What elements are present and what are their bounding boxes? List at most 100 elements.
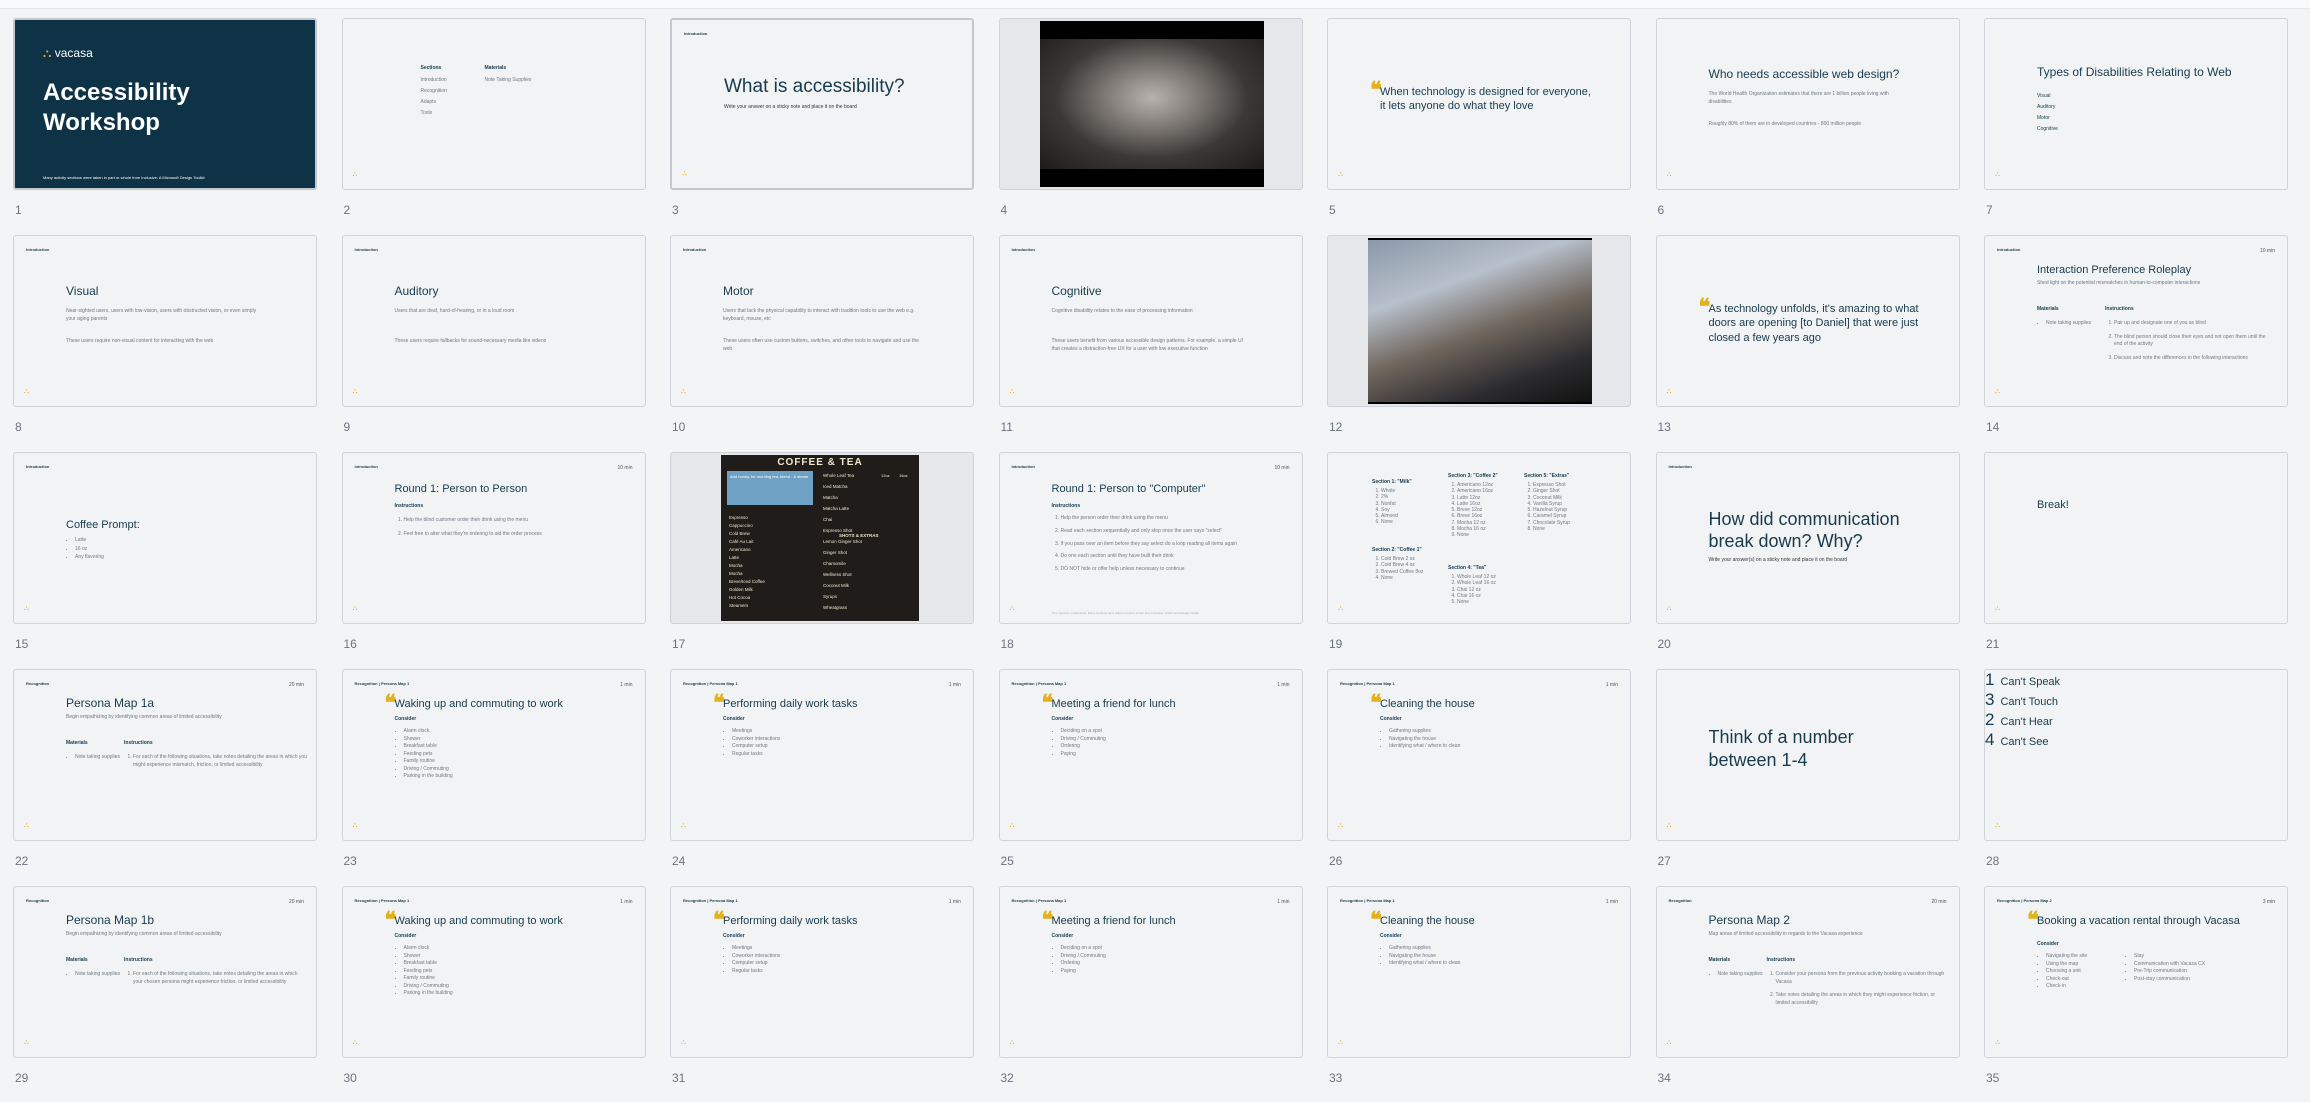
slide-preview[interactable]: Recognition | Persona Map 11 min ⛬ ❝ Perfor…	[670, 886, 974, 1058]
slide-preview[interactable]: Recognition | Persona Map 11 min ⛬ ❝ Meetin…	[998, 886, 1303, 1058]
brand-name: vacasa	[54, 46, 93, 60]
slide-thumbnail-9[interactable]: Introduction ⛬ Auditory Users that are deaf…	[341, 235, 648, 451]
slide-preview[interactable]: Introduction 10 min ⛬ Interaction Preferenc…	[1984, 235, 2288, 407]
slide-preview[interactable]: ⛬ vacasa Accessibility Workshop Many activ…	[13, 18, 317, 190]
slide-thumbnail-26[interactable]: Recognition | Persona Map 11 min ⛬ ❝ Cleani…	[1327, 669, 1633, 885]
slide-preview[interactable]: Introduction ⛬ Visual Near-sighted users, u…	[13, 235, 317, 407]
slide-preview[interactable]: Recognition | Persona Map 23 min ⛬ ❝ Bookin…	[1984, 886, 2288, 1058]
video-frame[interactable]	[1039, 21, 1264, 187]
slide-thumbnail-13[interactable]: ⛬ ❝ As technology unfolds, it's amazing to…	[1655, 235, 1962, 451]
slide-preview[interactable]	[998, 18, 1303, 190]
slide-preview[interactable]: ⛬ ❝ As technology unfolds, it's amazing to…	[1655, 235, 1960, 407]
slide-title: Persona Map 1b	[66, 913, 155, 927]
slide-thumbnail-4[interactable]: 4	[998, 18, 1305, 234]
slide-preview[interactable]: ⛬ Think of a number between 1-4	[1655, 669, 1960, 841]
slide-title: Interaction Preference Roleplay	[2037, 264, 2192, 276]
slide-thumbnail-29[interactable]: Recognition 20 min ⛬ Persona Map 1b Begin em…	[13, 886, 319, 1102]
list-item: Do one each section until they have buil…	[1061, 553, 1261, 560]
slide-thumbnail-33[interactable]: Recognition | Persona Map 11 min ⛬ ❝ Cleani…	[1327, 886, 1633, 1102]
slide-thumbnail-2[interactable]: ⛬ Sections Introduction Recognition Adapts To…	[341, 18, 648, 234]
menu-section-heading: Section 4: "Tea"	[1448, 565, 1487, 571]
slide-number: 9	[343, 420, 351, 434]
slide-preview[interactable]: Recognition 20 min ⛬ Persona Map 1b Begin em…	[13, 886, 317, 1058]
list-item: Parking in the building	[404, 773, 514, 780]
vacasa-logo-icon: ⛬	[1338, 605, 1343, 612]
slide-preview[interactable]: ⛬ Sections Introduction Recognition Adapts To…	[341, 18, 646, 190]
list-item: None	[1533, 526, 1607, 532]
slide-thumbnail-31[interactable]: Recognition | Persona Map 11 min ⛬ ❝ Perfor…	[670, 886, 976, 1102]
slide-thumbnail-32[interactable]: Recognition | Persona Map 11 min ⛬ ❝ Meetin…	[998, 886, 1305, 1102]
slide-thumbnail-15[interactable]: Introduction ⛬ Coffee Prompt: Latte16 ozAny…	[13, 452, 319, 668]
slide-thumbnail-35[interactable]: Recognition | Persona Map 23 min ⛬ ❝ Bookin…	[1984, 886, 2290, 1102]
list-item: Identifying what / where to clean	[1389, 960, 1499, 967]
slide-thumbnail-24[interactable]: Recognition | Persona Map 11 min ⛬ ❝ Perfor…	[670, 669, 976, 885]
slide-title: Auditory	[394, 284, 439, 298]
slide-preview[interactable]: Introduction ⛬ How did communication break…	[1655, 452, 1960, 624]
slide-preview[interactable]	[1327, 235, 1631, 407]
menu-option-list: Americano 12ozAmericano 16ozLatte 12ozLa…	[1448, 482, 1531, 538]
slide-preview[interactable]: Recognition | Persona Map 11 min ⛬ ❝ Cleani…	[1327, 886, 1631, 1058]
slide-thumbnail-17[interactable]: COFFEE & TEA Add honey, for morning tea, …	[670, 452, 976, 668]
slide-preview[interactable]: ⛬ 1 Can't Speak 3 Can't Touch 2 Can't Hear 4 Can…	[1984, 669, 2288, 841]
video-frame[interactable]	[1368, 238, 1592, 404]
slide-thumbnail-21[interactable]: ⛬ Break! 21	[1984, 452, 2290, 668]
slide-preview[interactable]: Introduction 10 min ⛬ Round 1: Person to Pe…	[341, 452, 646, 624]
slide-thumbnail-12[interactable]: 12	[1327, 235, 1633, 451]
slide-thumbnail-14[interactable]: Introduction 10 min ⛬ Interaction Preferenc…	[1984, 235, 2290, 451]
slide-thumbnail-30[interactable]: Recognition | Persona Map 11 min ⛬ ❝ Waking…	[341, 886, 648, 1102]
slide-thumbnail-27[interactable]: ⛬ Think of a number between 1-4 27	[1655, 669, 1962, 885]
slide-preview[interactable]: Recognition | Persona Map 11 min ⛬ ❝ Waking…	[341, 669, 646, 841]
menu-note-box: Add honey, for morning tea, blend - & st…	[727, 471, 813, 505]
menu-item: Matcha	[823, 495, 838, 500]
slide-preview[interactable]: Introduction ⛬ What is accessibility? Write…	[670, 18, 974, 190]
slide-preview[interactable]: Introduction ⛬ Cognitive Cognitive disabili…	[998, 235, 1303, 407]
slide-thumbnail-10[interactable]: Introduction ⛬ Motor Users that lack the ph…	[670, 235, 976, 451]
slide-thumbnail-11[interactable]: Introduction ⛬ Cognitive Cognitive disabili…	[998, 235, 1305, 451]
slide-thumbnail-6[interactable]: ⛬ Who needs accessible web design? The Wor…	[1655, 18, 1962, 234]
slide-number: 33	[1329, 1071, 1343, 1085]
slide-thumbnail-22[interactable]: Recognition 20 min ⛬ Persona Map 1a Begin em…	[13, 669, 319, 885]
instructions-list: For each of the following situations, ta…	[124, 754, 308, 775]
consider-heading: Consider	[723, 933, 745, 939]
sections-heading: Sections	[420, 65, 442, 71]
slide-thumbnail-1[interactable]: ⛬ vacasa Accessibility Workshop Many activ…	[13, 18, 319, 234]
slide-preview[interactable]: Recognition 20 min ⛬ Persona Map 1a Begin em…	[13, 669, 317, 841]
body-text: These users require fallbacks for sound-…	[394, 338, 547, 344]
slide-thumbnail-18[interactable]: Introduction 10 min ⛬ Round 1: Person to "C…	[998, 452, 1305, 668]
slide-thumbnail-23[interactable]: Recognition | Persona Map 11 min ⛬ ❝ Waking…	[341, 669, 648, 885]
slide-section-tag: Introduction	[684, 31, 708, 36]
slide-preview[interactable]: Recognition | Persona Map 11 min ⛬ ❝ Cleani…	[1327, 669, 1631, 841]
slide-thumbnail-8[interactable]: Introduction ⛬ Visual Near-sighted users, u…	[13, 235, 319, 451]
slide-thumbnail-5[interactable]: ⛬ ❝ When technology is designed for everyo…	[1327, 18, 1633, 234]
slide-preview[interactable]: ⛬ Who needs accessible web design? The Wor…	[1655, 18, 1960, 190]
slide-thumbnail-16[interactable]: Introduction 10 min ⛬ Round 1: Person to Pe…	[341, 452, 648, 668]
slide-preview[interactable]: Introduction 10 min ⛬ Round 1: Person to "C…	[998, 452, 1303, 624]
menu-option-list: Whole2%NonfatSoyAlmondNone	[1372, 488, 1455, 526]
slide-preview[interactable]: Recognition | Persona Map 11 min ⛬ ❝ Waking…	[341, 886, 646, 1058]
slide-preview[interactable]: ⛬ ❝ When technology is designed for everyo…	[1327, 18, 1631, 190]
vacasa-logo-icon: ⛬	[352, 388, 358, 395]
slide-preview[interactable]: ⛬ Break!	[1984, 452, 2288, 624]
slide-preview[interactable]: Introduction ⛬ Auditory Users that are deaf…	[341, 235, 646, 407]
slide-thumbnail-19[interactable]: ⛬ Section 1: "Milk" Whole2%NonfatSoyAlmond…	[1327, 452, 1633, 668]
slide-preview[interactable]: Recognition 20 min ⛬ Persona Map 2 Map areas…	[1655, 886, 1960, 1058]
list-item: Shower	[404, 953, 514, 960]
slide-thumbnail-20[interactable]: Introduction ⛬ How did communication break…	[1655, 452, 1962, 668]
slide-preview[interactable]: ⛬ Section 1: "Milk" Whole2%NonfatSoyAlmond…	[1327, 452, 1631, 624]
slide-preview[interactable]: Introduction ⛬ Coffee Prompt: Latte16 ozAny…	[13, 452, 317, 624]
slide-thumbnail-28[interactable]: ⛬ 1 Can't Speak 3 Can't Touch 2 Can't Hear 4 Can…	[1984, 669, 2290, 885]
slide-thumbnail-34[interactable]: Recognition 20 min ⛬ Persona Map 2 Map areas…	[1655, 886, 1962, 1102]
slide-preview[interactable]: Recognition | Persona Map 11 min ⛬ ❝ Meetin…	[998, 669, 1303, 841]
slide-preview[interactable]: Introduction ⛬ Motor Users that lack the ph…	[670, 235, 974, 407]
slide-thumbnail-25[interactable]: Recognition | Persona Map 11 min ⛬ ❝ Meetin…	[998, 669, 1305, 885]
top-toolbar-edge	[0, 0, 2310, 9]
slide-preview[interactable]: COFFEE & TEA Add honey, for morning tea, …	[670, 452, 974, 624]
slide-thumbnail-7[interactable]: ⛬ Types of Disabilities Relating to Web Vi…	[1984, 18, 2290, 234]
slide-thumbnail-3[interactable]: Introduction ⛬ What is accessibility? Write…	[670, 18, 976, 234]
slide-preview[interactable]: ⛬ Types of Disabilities Relating to Web Vi…	[1984, 18, 2288, 190]
slide-number: 11	[1000, 420, 1013, 434]
video-still-image	[1039, 39, 1264, 169]
menu-item: Wheatgrass	[823, 605, 848, 610]
menu-option-list: Espresso ShotGinger ShotCoconut MilkVani…	[1524, 482, 1607, 532]
slide-preview[interactable]: Recognition | Persona Map 11 min ⛬ ❝ Perfor…	[670, 669, 974, 841]
